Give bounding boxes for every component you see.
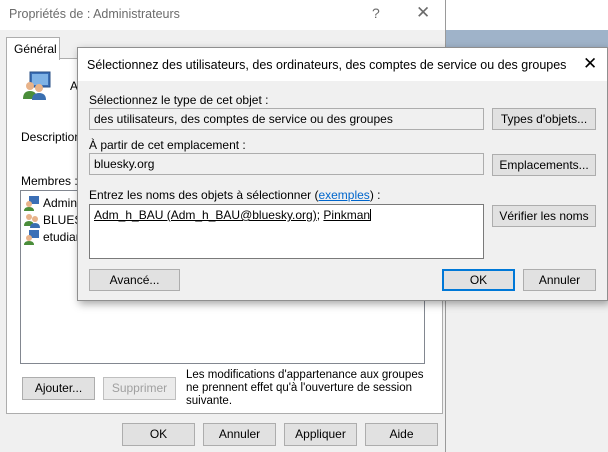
cancel-button[interactable]: Annuler <box>203 423 276 446</box>
desktop-window-strip <box>446 30 608 48</box>
ok-button[interactable]: OK <box>442 269 515 291</box>
ok-button[interactable]: OK <box>122 423 195 446</box>
help-icon[interactable]: ? <box>372 5 380 21</box>
object-type-field: des utilisateurs, des comptes de service… <box>89 108 484 130</box>
location-label: À partir de cet emplacement : <box>89 138 246 152</box>
ok-button-label: OK <box>149 427 168 441</box>
object-type-label: Sélectionnez le type de cet objet : <box>89 93 269 107</box>
help-button-label: Aide <box>389 427 414 441</box>
advanced-button[interactable]: Avancé... <box>89 269 180 291</box>
cancel-button-label: Annuler <box>538 273 581 287</box>
membership-note: Les modifications d'appartenance aux gro… <box>186 369 424 407</box>
remove-button-label: Supprimer <box>111 381 168 395</box>
object-names-input[interactable]: Adm_h_BAU (Adm_h_BAU@bluesky.org); Pinkm… <box>89 204 484 259</box>
entered-name-2: Pinkman <box>323 208 371 222</box>
remove-button[interactable]: Supprimer <box>103 377 176 400</box>
location-field: bluesky.org <box>89 153 484 175</box>
locations-button[interactable]: Emplacements... <box>492 154 596 176</box>
close-icon[interactable]: ✕ <box>583 54 597 74</box>
cancel-button-label: Annuler <box>218 427 261 441</box>
resolved-name-1: Adm_h_BAU (Adm_h_BAU@bluesky.org) <box>94 208 317 222</box>
apply-button-label: Appliquer <box>295 427 346 441</box>
help-button[interactable]: Aide <box>365 423 438 446</box>
tab-label: Général <box>14 42 57 56</box>
user-icon <box>24 230 39 245</box>
ok-button-label: OK <box>469 273 488 287</box>
add-button-label: Ajouter... <box>34 381 83 395</box>
apply-button[interactable]: Appliquer <box>284 423 357 446</box>
description-label: Description <box>21 130 82 144</box>
names-label-prefix: Entrez les noms des objets à sélectionne… <box>89 188 319 202</box>
cancel-button[interactable]: Annuler <box>523 269 596 291</box>
check-names-button[interactable]: Vérifier les noms <box>492 205 596 227</box>
users-icon <box>24 214 40 228</box>
user-icon <box>24 196 39 211</box>
locations-button-label: Emplacements... <box>499 158 589 172</box>
examples-link[interactable]: exemples <box>318 188 369 202</box>
advanced-button-label: Avancé... <box>109 273 160 287</box>
dialog-title: Sélectionnez des utilisateurs, des ordin… <box>87 58 567 72</box>
group-icon <box>22 70 52 100</box>
desktop-background <box>446 0 608 30</box>
members-label: Membres : <box>21 174 78 188</box>
select-users-dialog: Sélectionnez des utilisateurs, des ordin… <box>77 47 608 301</box>
tab-general[interactable]: Général <box>6 37 60 60</box>
names-label: Entrez les noms des objets à sélectionne… <box>89 188 380 202</box>
close-icon[interactable]: ✕ <box>416 3 430 23</box>
text-cursor <box>370 209 372 221</box>
names-label-suffix: ) : <box>369 188 381 202</box>
check-names-button-label: Vérifier les noms <box>499 209 589 223</box>
add-button[interactable]: Ajouter... <box>22 377 95 400</box>
object-types-button-label: Types d'objets... <box>500 112 588 126</box>
object-types-button[interactable]: Types d'objets... <box>492 108 596 130</box>
window-title: Propriétés de : Administrateurs <box>9 7 180 21</box>
